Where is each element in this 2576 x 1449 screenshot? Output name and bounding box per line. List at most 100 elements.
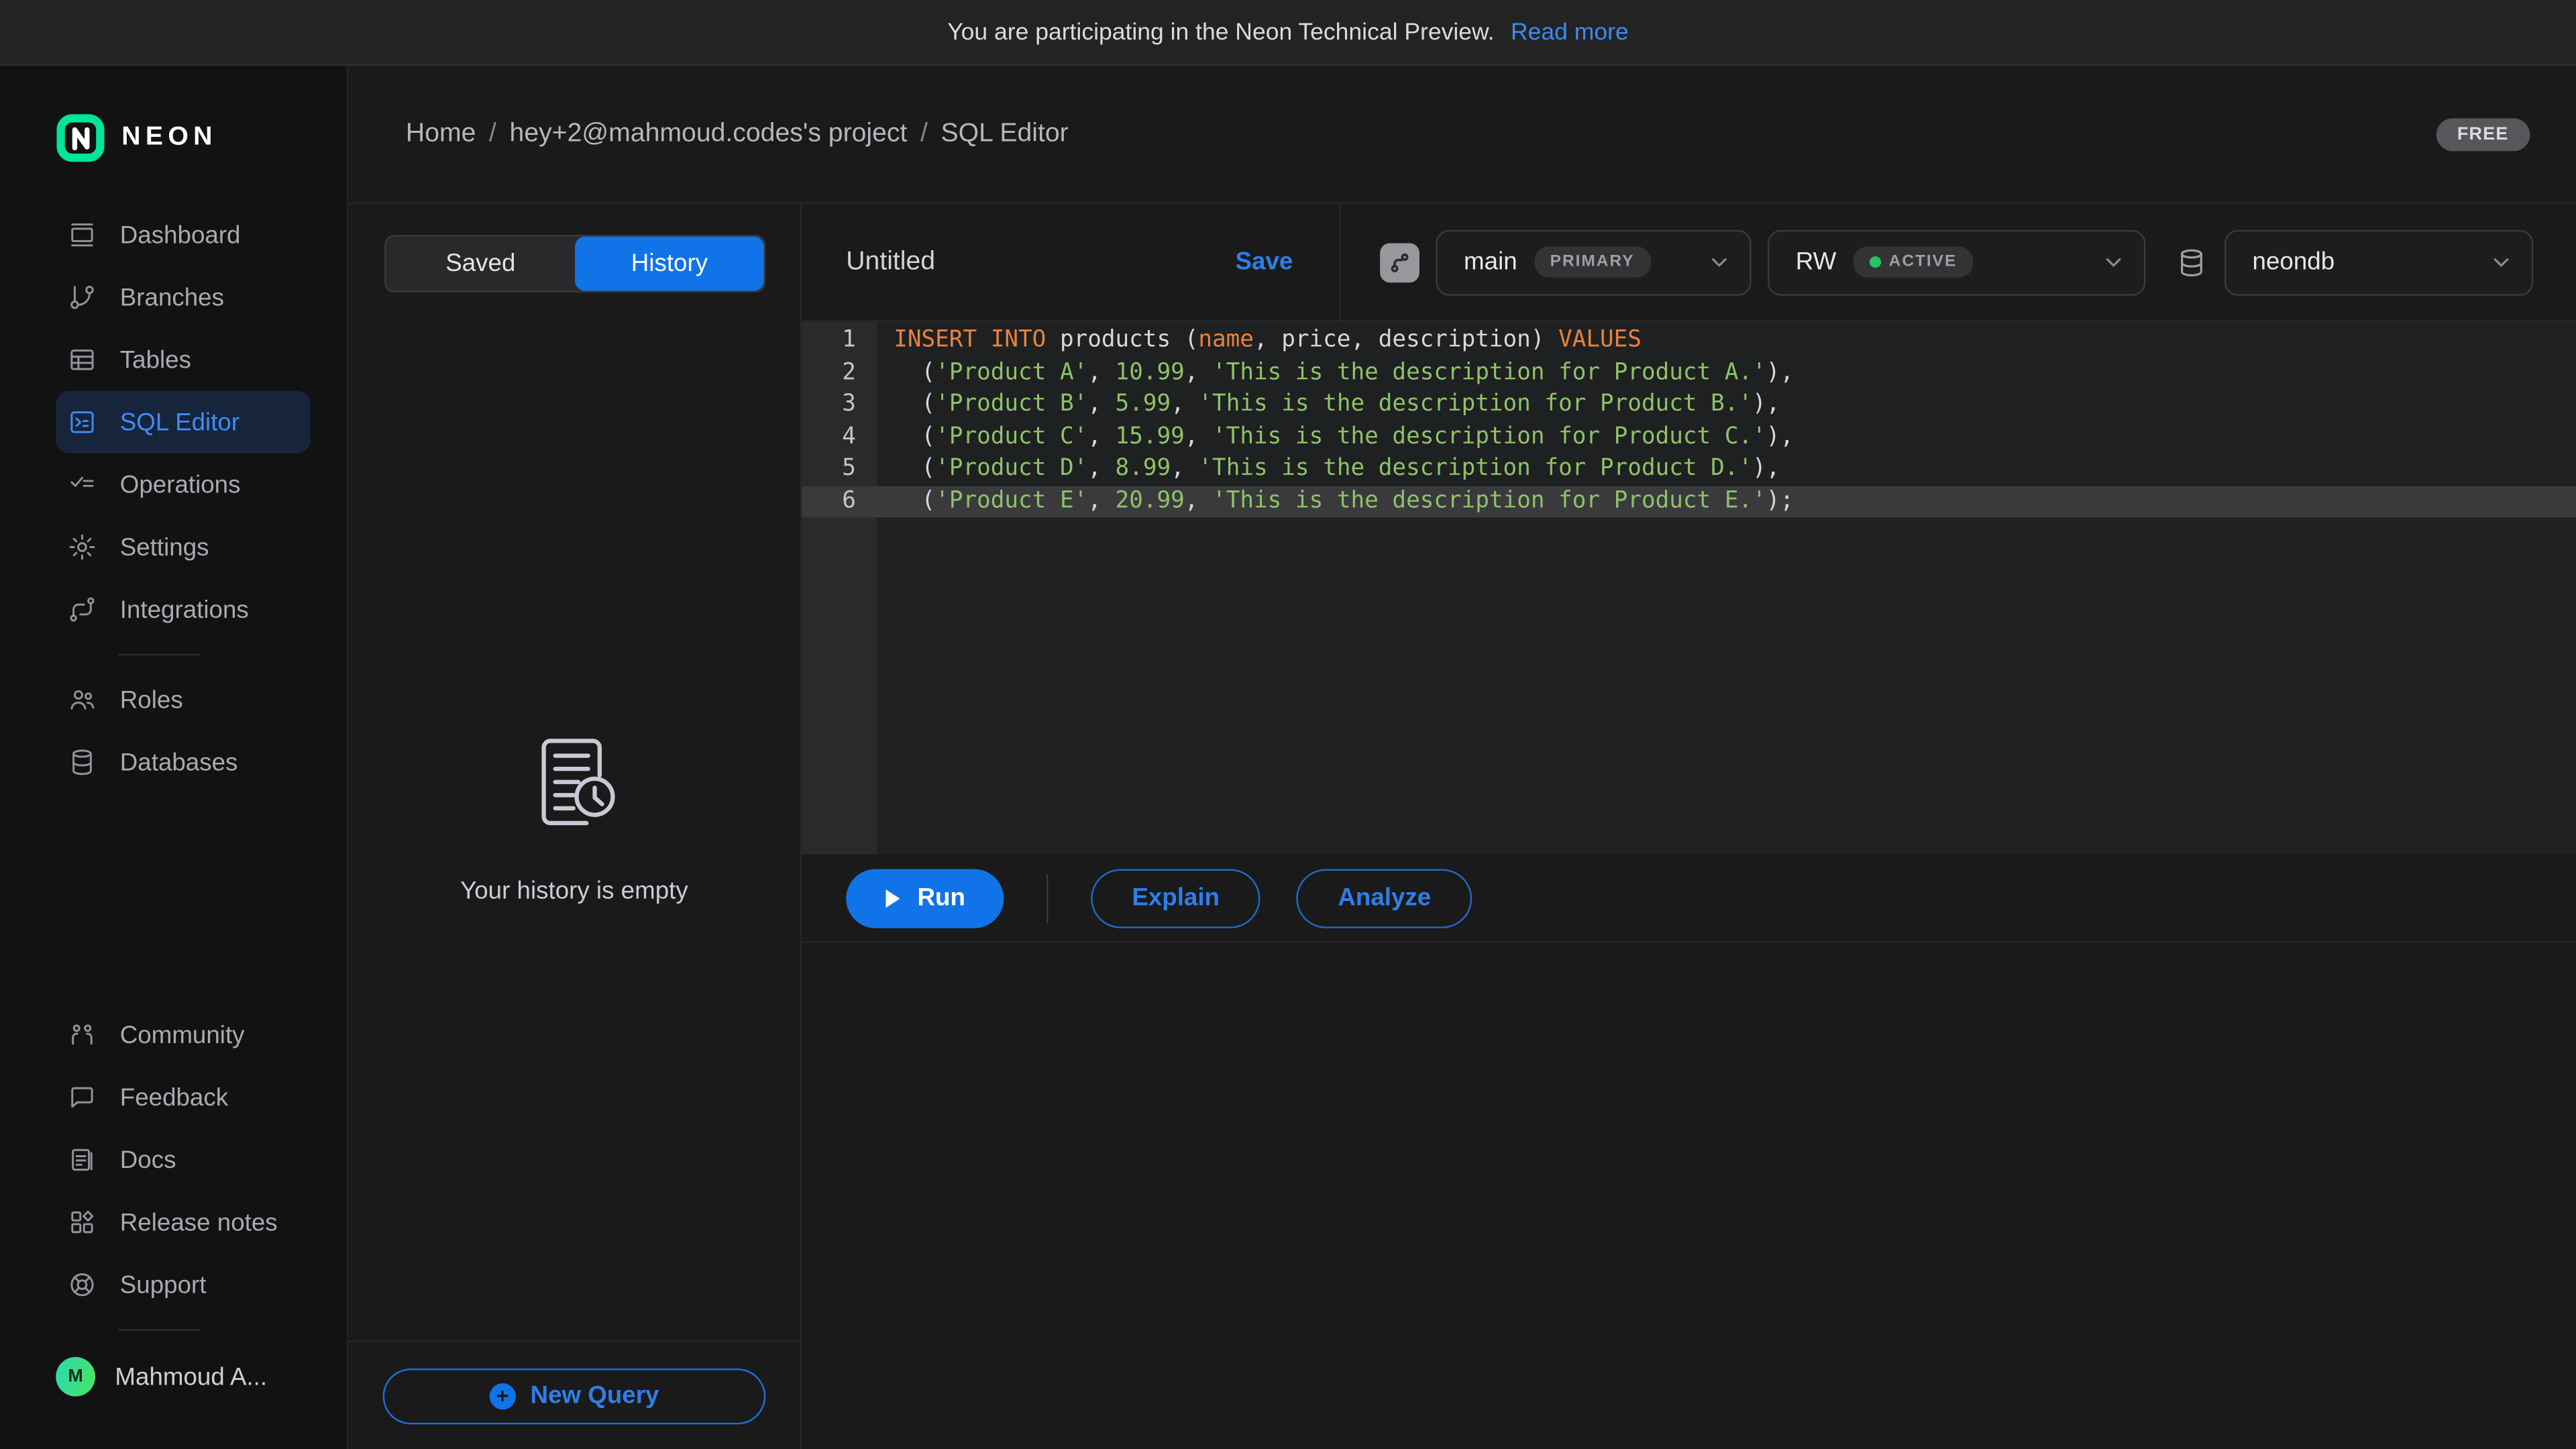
- analyze-button[interactable]: Analyze: [1297, 868, 1472, 927]
- plus-circle-icon: +: [489, 1383, 515, 1409]
- code-line-text: INSERT INTO products (name, price, descr…: [877, 325, 1642, 358]
- sidebar-divider: [118, 1329, 200, 1330]
- sidebar-item-branches[interactable]: Branches: [56, 266, 311, 329]
- workflow-icon: [67, 595, 97, 625]
- sidebar-item-tables[interactable]: Tables: [56, 329, 311, 391]
- code-line-text: ('Product E', 20.99, 'This is the descri…: [877, 486, 1794, 518]
- database-selector[interactable]: neondb: [2224, 229, 2533, 295]
- sidebar-item-dashboard[interactable]: Dashboard: [56, 204, 311, 266]
- line-number: 6: [802, 486, 877, 518]
- history-footer: + New Query: [348, 1340, 800, 1449]
- sidebar-item-label: Databases: [120, 749, 238, 777]
- read-more-link[interactable]: Read more: [1511, 19, 1629, 45]
- code-line[interactable]: 5 ('Product D', 8.99, 'This is the descr…: [802, 453, 2576, 486]
- explain-button[interactable]: Explain: [1091, 868, 1260, 927]
- code-editor[interactable]: 1INSERT INTO products (name, price, desc…: [802, 322, 2576, 854]
- neon-console: You are participating in the Neon Techni…: [0, 0, 2576, 1449]
- sidebar-item-label: Operations: [120, 471, 241, 499]
- tab-history[interactable]: History: [575, 237, 764, 291]
- breadcrumb-project[interactable]: hey+2@mahmoud.codes's project: [510, 119, 908, 149]
- query-title-box: Untitled Save: [802, 204, 1340, 321]
- chevron-down-icon: [2103, 252, 2125, 273]
- neon-logo-icon: [56, 113, 105, 162]
- sidebar-item-label: Roles: [120, 686, 183, 714]
- results-area: [802, 943, 2576, 1449]
- chevron-down-icon: [2491, 252, 2512, 273]
- sidebar-item-roles[interactable]: Roles: [56, 669, 311, 731]
- database-icon: [2175, 246, 2208, 278]
- sidebar-item-label: Docs: [120, 1146, 176, 1174]
- primary-badge: PRIMARY: [1534, 246, 1651, 278]
- sidebar-item-label: Release notes: [120, 1208, 278, 1236]
- user-menu[interactable]: M Mahmoud A...: [56, 1344, 311, 1409]
- sidebar-nav: Dashboard Branches Tables SQL Editor Ope…: [0, 204, 347, 794]
- sidebar-item-label: Dashboard: [120, 221, 241, 249]
- new-query-label: New Query: [531, 1382, 659, 1410]
- sidebar-item-release-notes[interactable]: Release notes: [56, 1191, 311, 1254]
- user-name: Mahmoud A...: [115, 1362, 267, 1391]
- sidebar-item-label: Tables: [120, 346, 191, 374]
- logo-wordmark: NEON: [121, 123, 217, 153]
- compute-endpoint-selector[interactable]: RW ACTIVE: [1768, 229, 2145, 295]
- active-badge: ACTIVE: [1853, 246, 1974, 278]
- document-icon: [67, 1145, 97, 1175]
- branch-icon-button[interactable]: [1380, 242, 1419, 282]
- sidebar-item-operations[interactable]: Operations: [56, 453, 311, 516]
- table-icon: [67, 345, 97, 374]
- line-number: 4: [802, 421, 877, 453]
- connection-selectors: main PRIMARY RW ACTIVE: [1340, 204, 2576, 321]
- sidebar-item-support[interactable]: Support: [56, 1254, 311, 1316]
- line-number: 5: [802, 453, 877, 486]
- branch-selector[interactable]: main PRIMARY: [1436, 229, 1751, 295]
- sidebar-item-integrations[interactable]: Integrations: [56, 578, 311, 641]
- run-button[interactable]: Run: [846, 868, 1004, 927]
- breadcrumb-current-page: SQL Editor: [941, 119, 1069, 149]
- speech-bubble-icon: [67, 1083, 97, 1112]
- code-line[interactable]: 4 ('Product C', 15.99, 'This is the desc…: [802, 421, 2576, 453]
- history-empty-message: Your history is empty: [460, 877, 688, 905]
- query-title[interactable]: Untitled: [846, 248, 935, 277]
- database-icon: [67, 747, 97, 777]
- sidebar-item-community[interactable]: Community: [56, 1004, 311, 1066]
- sidebar: NEON Dashboard Branches Tables SQL Edi: [0, 66, 348, 1449]
- sidebar-item-settings[interactable]: Settings: [56, 516, 311, 578]
- sidebar-item-label: SQL Editor: [120, 409, 239, 437]
- sidebar-item-label: Feedback: [120, 1083, 228, 1112]
- code-line[interactable]: 1INSERT INTO products (name, price, desc…: [802, 325, 2576, 358]
- users-icon: [67, 685, 97, 714]
- terminal-icon: [67, 407, 97, 437]
- sidebar-item-label: Community: [120, 1021, 245, 1049]
- code-line[interactable]: 6 ('Product E', 20.99, 'This is the desc…: [802, 486, 2576, 518]
- git-branch-icon: [67, 282, 97, 312]
- banner-message: You are participating in the Neon Techni…: [947, 19, 1494, 45]
- code-line[interactable]: 3 ('Product B', 5.99, 'This is the descr…: [802, 389, 2576, 421]
- release-notes-icon: [67, 1208, 97, 1237]
- breadcrumb-separator: /: [920, 119, 928, 149]
- save-button[interactable]: Save: [1236, 248, 1293, 276]
- sidebar-item-databases[interactable]: Databases: [56, 731, 311, 794]
- line-number: 1: [802, 325, 877, 358]
- breadcrumb-separator: /: [489, 119, 496, 149]
- compute-endpoint-name: RW: [1796, 248, 1837, 276]
- code-line-text: ('Product B', 5.99, 'This is the descrip…: [877, 389, 1780, 421]
- new-query-button[interactable]: + New Query: [383, 1368, 766, 1424]
- tab-saved[interactable]: Saved: [386, 237, 576, 291]
- status-dot: [1869, 256, 1880, 268]
- sidebar-footer: Community Feedback Docs Release notes: [0, 1004, 347, 1409]
- sidebar-item-label: Settings: [120, 533, 209, 561]
- breadcrumb: Home / hey+2@mahmoud.codes's project / S…: [406, 119, 1069, 149]
- editor-header: Untitled Save main PRIMARY: [802, 204, 2576, 322]
- sidebar-item-docs[interactable]: Docs: [56, 1128, 311, 1191]
- editor-actions: Run Explain Analyze: [802, 854, 2576, 943]
- breadcrumb-home[interactable]: Home: [406, 119, 476, 149]
- sidebar-item-feedback[interactable]: Feedback: [56, 1066, 311, 1128]
- history-panel: Saved History: [348, 204, 802, 1449]
- database-name: neondb: [2253, 248, 2335, 276]
- play-icon: [885, 888, 903, 908]
- sidebar-item-sql-editor[interactable]: SQL Editor: [56, 391, 311, 453]
- code-line[interactable]: 2 ('Product A', 10.99, 'This is the desc…: [802, 358, 2576, 390]
- neon-logo[interactable]: NEON: [56, 112, 346, 164]
- plan-badge: FREE: [2436, 117, 2530, 150]
- community-icon: [67, 1020, 97, 1050]
- history-empty-state: Your history is empty: [348, 292, 800, 1340]
